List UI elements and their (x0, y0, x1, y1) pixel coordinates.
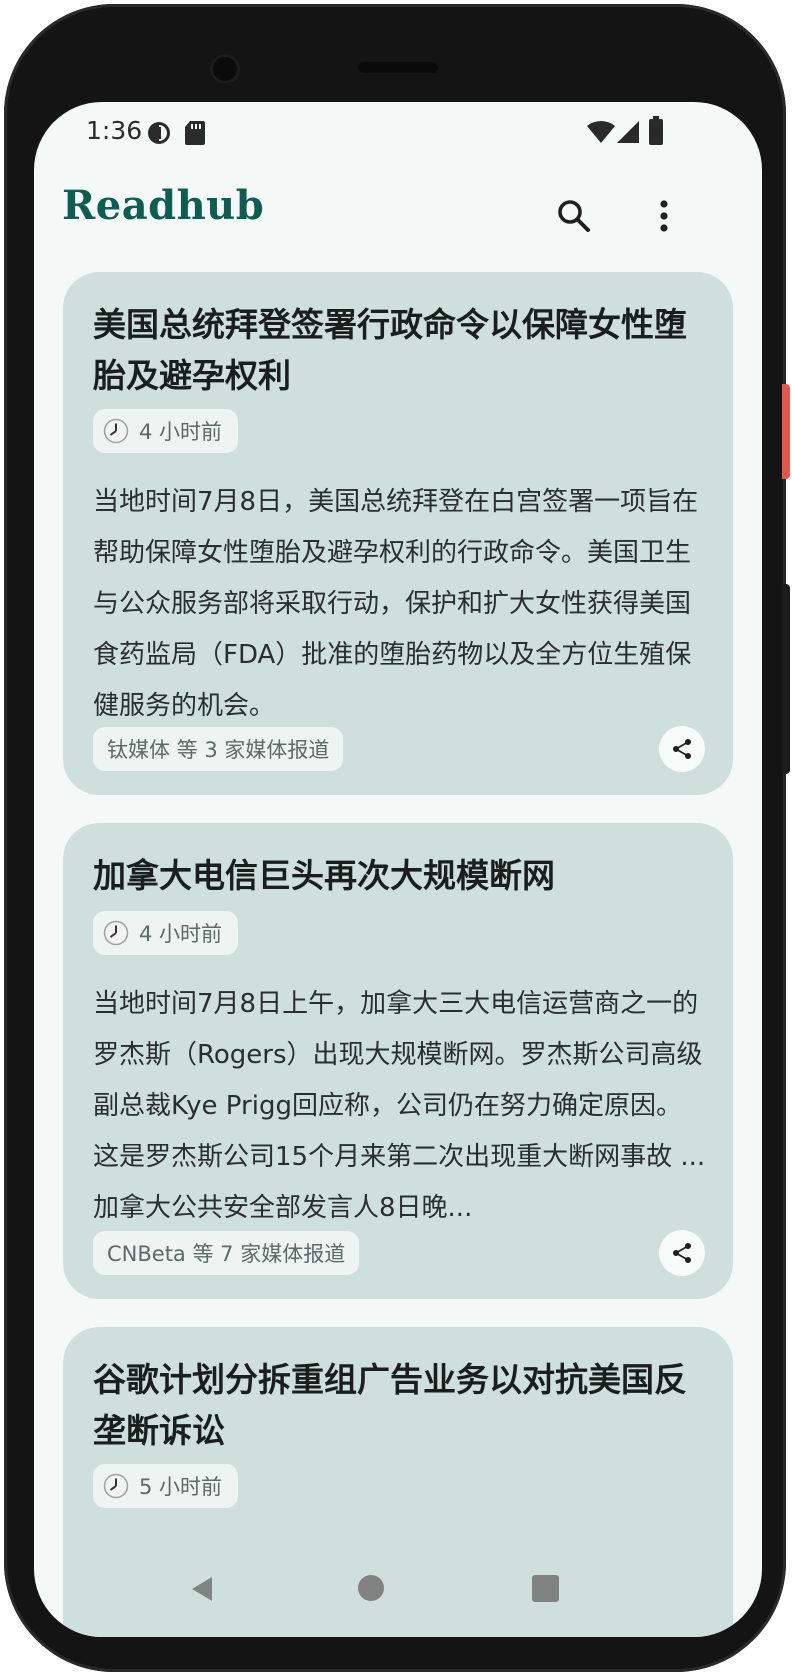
recents-button[interactable] (532, 1575, 559, 1602)
time-text: 5 小时前 (139, 1475, 223, 1499)
time-text: 4 小时前 (139, 922, 223, 946)
time-text: 4 小时前 (139, 420, 223, 444)
search-button[interactable] (546, 188, 602, 244)
time-chip: 5 小时前 (93, 1464, 239, 1508)
data-saver-icon (146, 120, 172, 150)
more-vert-icon (660, 200, 668, 232)
share-button[interactable] (659, 1230, 705, 1276)
front-camera (210, 54, 240, 84)
share-icon (673, 1243, 691, 1263)
news-summary: 当地时间7月8日上午，加拿大三大电信运营商之一的罗杰斯（Rogers）出现大规模… (93, 989, 706, 1223)
earpiece-speaker (358, 62, 438, 73)
app-bar: Readhub (34, 164, 762, 274)
news-card[interactable]: 加拿大电信巨头再次大规模断网 4 小时前 当地时间7月8日上午，加拿大三大电信运… (63, 823, 733, 1299)
phone-screen: 1:36 Readhub 美国总统拜登签署行政命令以保障女性堕胎及避孕权利 4 … (34, 102, 762, 1637)
status-bar: 1:36 (34, 102, 762, 164)
news-title: 加拿大电信巨头再次大规模断网 (93, 856, 555, 895)
news-card[interactable]: 美国总统拜登签署行政命令以保障女性堕胎及避孕权利 4 小时前 当地时间7月8日，… (63, 272, 733, 795)
back-button[interactable] (182, 1569, 222, 1609)
time-chip: 4 小时前 (93, 911, 239, 955)
wifi-icon (586, 120, 616, 148)
app-logo-title: Readhub (62, 182, 265, 229)
news-summary: 当地时间7月8日，美国总统拜登在白宫签署一项旨在帮助保障女性堕胎及避孕权利的行政… (93, 487, 699, 721)
back-icon (192, 1577, 212, 1601)
source-chip[interactable]: 钛媒体 等 3 家媒体报道 (93, 727, 344, 771)
share-button[interactable] (659, 726, 705, 772)
clock-icon (103, 920, 129, 946)
search-icon (558, 200, 590, 232)
more-options-button[interactable] (636, 188, 692, 244)
source-chip[interactable]: CNBeta 等 7 家媒体报道 (93, 1231, 360, 1275)
battery-icon (648, 116, 664, 150)
sd-card-icon (184, 120, 206, 150)
home-button[interactable] (358, 1575, 384, 1601)
signal-icon (616, 120, 640, 148)
clock-icon (103, 418, 129, 444)
device-frame: 1:36 Readhub 美国总统拜登签署行政命令以保障女性堕胎及避孕权利 4 … (4, 4, 790, 1672)
share-icon (673, 739, 691, 759)
power-button (782, 584, 790, 774)
time-chip: 4 小时前 (93, 409, 239, 453)
system-nav-bar (34, 1557, 762, 1637)
news-title: 谷歌计划分拆重组广告业务以对抗美国反垄断诉讼 (93, 1360, 687, 1450)
clock-icon (103, 1473, 129, 1499)
status-time: 1:36 (86, 116, 143, 145)
volume-button (782, 384, 790, 479)
news-title: 美国总统拜登签署行政命令以保障女性堕胎及避孕权利 (93, 305, 687, 395)
